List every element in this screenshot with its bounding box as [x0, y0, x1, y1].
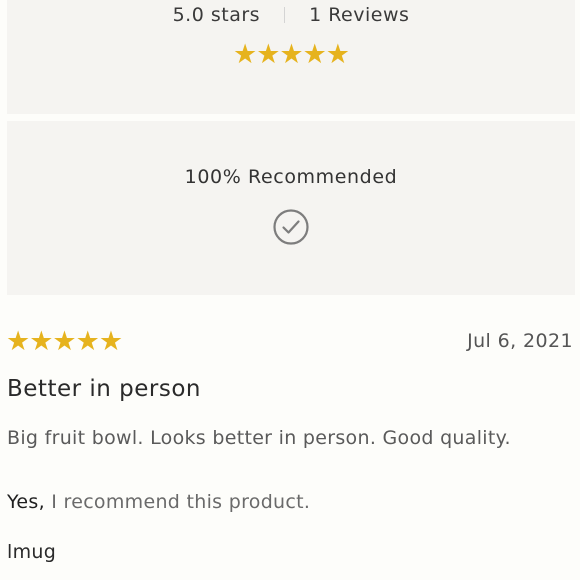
review-title: Better in person [7, 376, 201, 402]
average-rating-text: 5.0 stars [172, 4, 261, 26]
reviews-page: 5.0 stars 1 Reviews ★★★★★ 100% Recommende… [0, 0, 580, 580]
review-body: Big fruit bowl. Looks better in person. … [7, 427, 511, 449]
rating-summary-panel: 5.0 stars 1 Reviews ★★★★★ [7, 0, 575, 114]
check-circle-icon [273, 209, 309, 245]
recommendation-percentage-text: 100% Recommended [184, 166, 398, 188]
summary-divider [284, 7, 286, 23]
rating-summary-line: 5.0 stars 1 Reviews [7, 4, 575, 26]
average-rating-stars: ★★★★★ [232, 39, 350, 70]
review-recommendation: Yes, I recommend this product. [7, 491, 310, 513]
recommendation-panel: 100% Recommended [7, 121, 575, 295]
review-rating-stars: ★★★★★ [6, 326, 123, 357]
recommend-statement: I recommend this product. [44, 491, 311, 513]
recommend-yes-label: Yes, [7, 491, 45, 513]
review-date: Jul 6, 2021 [467, 330, 573, 352]
review-count-text: 1 Reviews [309, 4, 410, 26]
review-author: lmug [7, 541, 57, 563]
